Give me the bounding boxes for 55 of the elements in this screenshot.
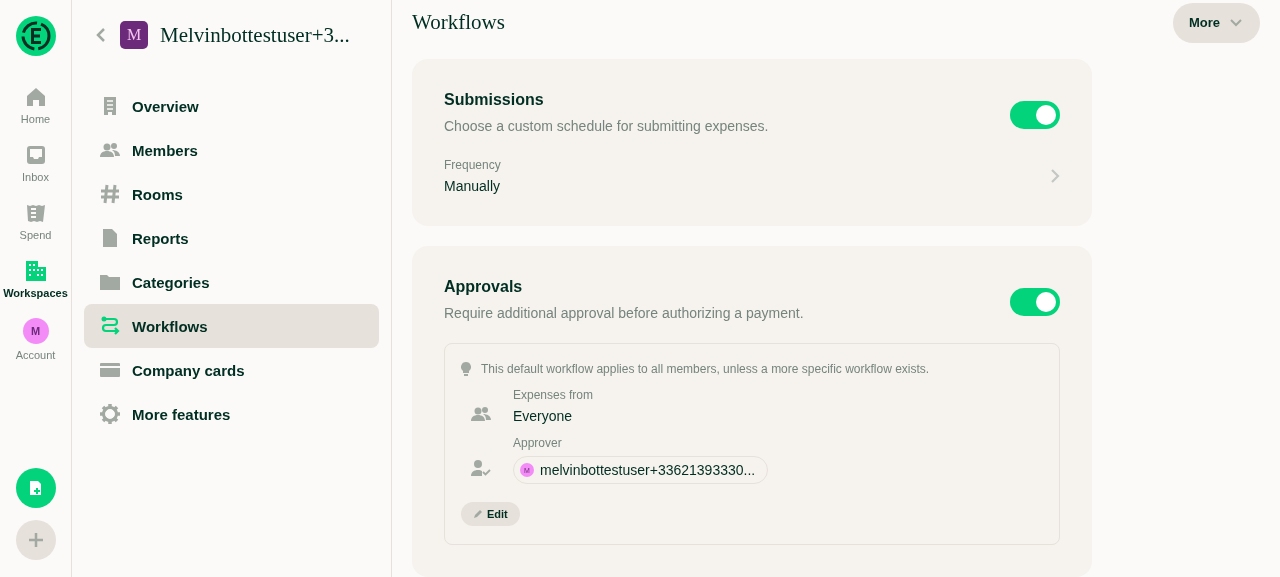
workspace-name: Melvinbottestuser+3... [160,22,350,48]
hint-text: This default workflow applies to all members, unless a more specific workflow exists. [481,362,930,376]
rail-tab[interactable]: M Account [0,318,71,361]
person-check-icon [471,459,491,477]
card-icon [100,362,120,378]
chevron-down-icon [1230,18,1242,27]
receipt-add-icon [27,480,44,496]
logo-icon[interactable] [15,16,56,56]
section-description: Require additional approval before authorizing a payment. [444,305,804,321]
document-icon [102,96,118,116]
pencil-icon [473,509,483,519]
add-button[interactable] [15,520,56,560]
folder-icon [100,274,120,290]
page-title: Workflows [412,10,505,35]
toggle-switch[interactable] [1010,101,1060,129]
new-expense-button[interactable] [15,468,56,508]
inbox-icon [24,144,47,166]
file-icon [102,228,118,248]
chevron-left-icon [96,27,106,43]
rail-tab[interactable]: Inbox [0,144,71,183]
menu-item[interactable]: Workflows [84,304,379,348]
rail-tab[interactable]: Workspaces [0,260,71,299]
frequency-row[interactable]: Frequency Manually [444,158,1060,194]
section-title: Approvals [444,278,524,296]
hash-icon [100,184,120,204]
section-title: Submissions [444,91,545,109]
plus-icon [27,532,44,548]
chevron-right-icon [1050,168,1060,184]
more-button[interactable]: More [1172,2,1260,43]
rail-tab[interactable]: Home [0,86,71,125]
menu-item[interactable]: Categories [84,260,379,304]
toggle-switch[interactable] [1010,288,1060,316]
lightbulb-icon [461,362,471,376]
section-description: Choose a custom schedule for submitting expenses. [444,118,769,134]
edit-button[interactable]: Edit [461,502,520,526]
menu-item[interactable]: Members [84,128,379,172]
field-value: Everyone [513,408,574,424]
field-label: Approver [513,436,563,450]
workspace-avatar: M [120,21,148,49]
menu-item[interactable]: Company cards [84,348,379,392]
home-icon [24,86,47,108]
menu-item[interactable]: More features [84,392,379,436]
people-icon [100,142,120,158]
avatar: M [22,318,49,344]
rail-tab[interactable]: Spend [0,202,71,241]
back-button[interactable] [94,27,108,43]
receipt-icon [24,202,47,224]
menu-item[interactable]: Overview [84,84,379,128]
gear-icon [100,404,120,424]
menu-item[interactable]: Reports [84,216,379,260]
people-icon [471,406,491,422]
building-icon [24,260,47,282]
route-icon [100,316,120,336]
menu-item[interactable]: Rooms [84,172,379,216]
field-label: Expenses from [513,388,594,402]
